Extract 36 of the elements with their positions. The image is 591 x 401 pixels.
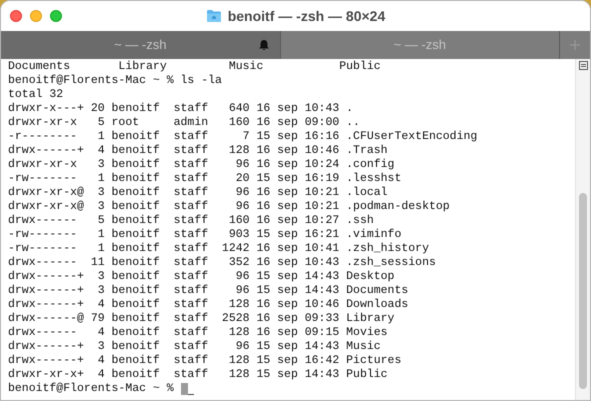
minimize-button[interactable] xyxy=(30,10,42,22)
output-line: drwx------+ 4 benoitf staff 128 15 sep 16:42 Pictures xyxy=(8,354,402,368)
window-title: benoitf — -zsh — 80×24 xyxy=(228,6,386,26)
output-line: -rw------- 1 benoitf staff 1242 16 sep 10:41 .zsh_history xyxy=(8,242,429,256)
output-line: -rw------- 1 benoitf staff 20 15 sep 16:19 .lesshst xyxy=(8,172,402,186)
output-line: drwx------ 4 benoitf staff 128 16 sep 09:15 Movies xyxy=(8,326,388,340)
output-line: -r-------- 1 benoitf staff 7 15 sep 16:16 .CFUserTextEncoding xyxy=(8,130,478,144)
tab[interactable]: ~ — -zsh xyxy=(280,31,560,59)
output-line: drwxr-xr-x 3 benoitf staff 96 16 sep 10:24 .config xyxy=(8,158,394,172)
output-line: drwx------+ 3 benoitf staff 96 15 sep 14:43 Music xyxy=(8,340,381,354)
output-line: drwx------+ 4 benoitf staff 128 16 sep 10:46 Downloads xyxy=(8,298,408,312)
command-line: benoitf@Florents-Mac ~ % ls -la xyxy=(8,74,222,88)
folder-icon xyxy=(206,9,222,23)
scrollbar-thumb[interactable] xyxy=(579,193,587,389)
marks-icon xyxy=(579,61,588,70)
new-tab-button[interactable] xyxy=(560,31,590,59)
output-line: drwxr-xr-x 5 root admin 160 16 sep 09:00 .. xyxy=(8,116,360,130)
zoom-button[interactable] xyxy=(50,10,62,22)
close-button[interactable] xyxy=(10,10,22,22)
output-line: drwx------+ 3 benoitf staff 96 15 sep 14:43 Documents xyxy=(8,284,408,298)
output-line: drwxr-xr-x@ 3 benoitf staff 96 16 sep 10:21 .podman-desktop xyxy=(8,200,450,214)
underline-cursor xyxy=(188,394,194,395)
output-line: drwxr-xr-x+ 4 benoitf staff 128 15 sep 14:43 Public xyxy=(8,368,388,382)
output-line: -rw------- 1 benoitf staff 903 15 sep 16:21 .viminfo xyxy=(8,228,402,242)
output-line: drwx------ 5 benoitf staff 160 16 sep 10:27 .ssh xyxy=(8,214,374,228)
output-line: Documents Library Music Public xyxy=(8,60,381,74)
plus-icon xyxy=(570,40,580,50)
text-cursor xyxy=(180,383,188,395)
output-line: drwxr-xr-x@ 3 benoitf staff 96 16 sep 10:21 .local xyxy=(8,186,388,200)
output-line: drwx------@ 79 benoitf staff 2528 16 sep 09:33 Library xyxy=(8,312,394,326)
output-line: total 32 xyxy=(8,88,64,102)
prompt-line: benoitf@Florents-Mac ~ % xyxy=(8,382,175,396)
output-line: drwxr-x---+ 20 benoitf staff 640 16 sep 10:43 . xyxy=(8,102,354,116)
output-line: drwx------ 11 benoitf staff 352 16 sep 10:43 .zsh_sessions xyxy=(8,256,436,270)
output-line: drwx------+ 4 benoitf staff 128 16 sep 10:46 .Trash xyxy=(8,144,388,158)
output-line: drwx------+ 3 benoitf staff 96 15 sep 14:43 Desktop xyxy=(8,270,394,284)
